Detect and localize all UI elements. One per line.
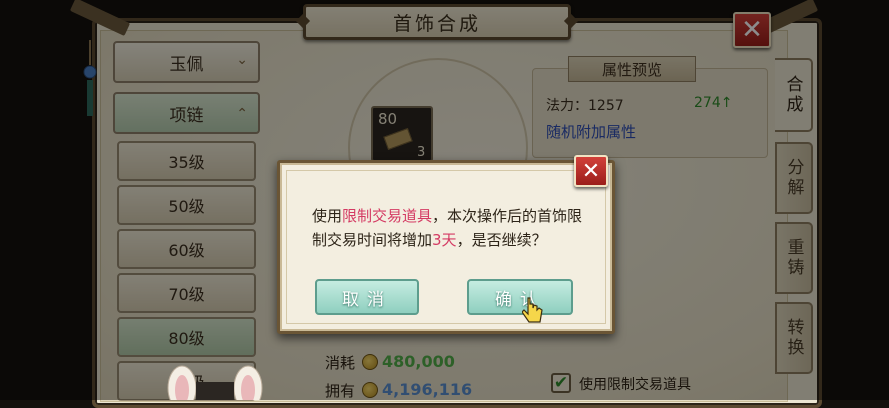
dialog-highlight-item: 限制交易道具 bbox=[342, 207, 433, 225]
rabbit-mascot-icon bbox=[160, 360, 270, 408]
pointer-cursor-icon bbox=[521, 296, 544, 324]
dialog-text-part: 使用 bbox=[312, 207, 343, 225]
dialog-highlight-days: 3天 bbox=[432, 231, 457, 249]
dialog-close-icon[interactable]: ✕ bbox=[574, 155, 608, 187]
dialog-message: 使用限制交易道具，本次操作后的首饰限制交易时间将增加3天，是否继续？ bbox=[312, 204, 592, 252]
cancel-button[interactable]: 取消 bbox=[315, 279, 419, 315]
confirm-button[interactable]: 确认 bbox=[467, 279, 573, 315]
dialog-text-part: ，是否继续？ bbox=[456, 231, 547, 249]
